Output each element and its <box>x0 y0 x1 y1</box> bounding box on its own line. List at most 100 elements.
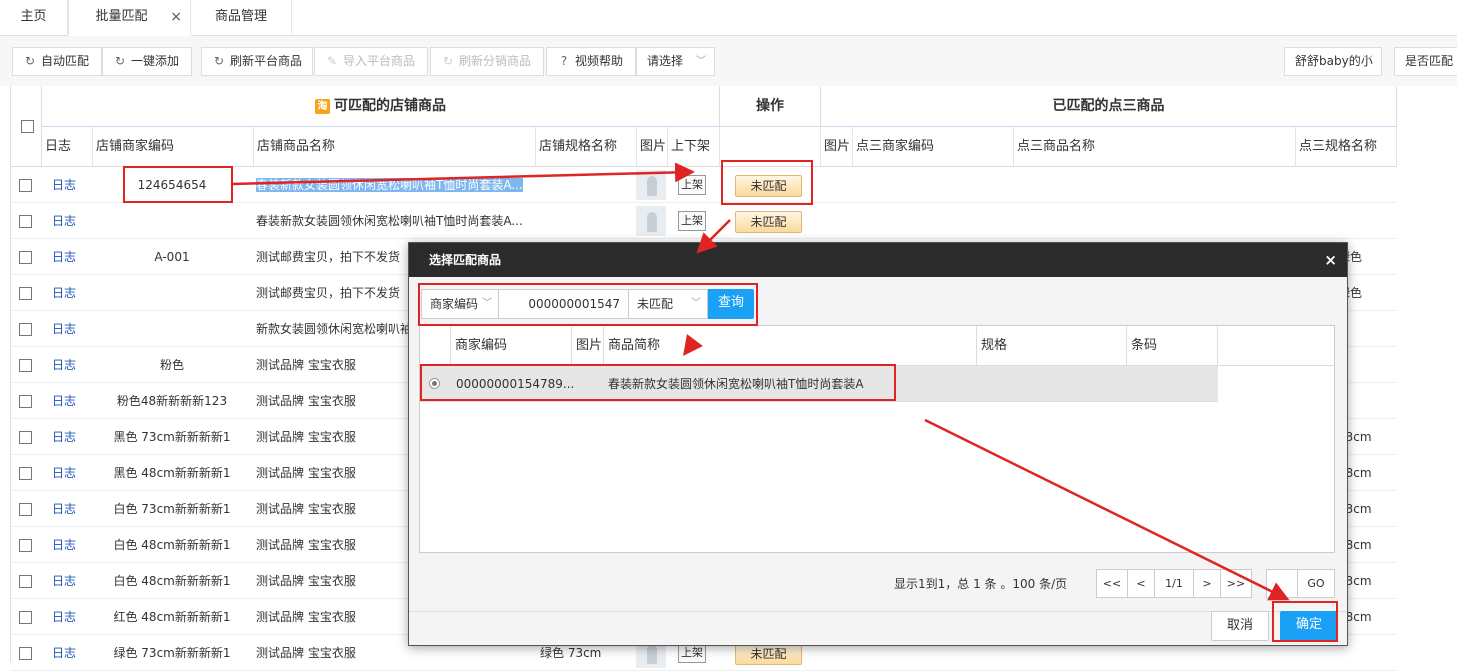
page-label: 1/1 <box>1165 577 1183 590</box>
shelf-button[interactable]: 上架 <box>678 211 706 231</box>
log-link[interactable]: 日志 <box>52 491 76 527</box>
prev-page-button[interactable]: < <box>1127 569 1155 598</box>
select-all-checkbox[interactable] <box>21 120 34 133</box>
name-text: 测试品牌 宝宝衣服 <box>256 538 356 552</box>
toolbar-button-1[interactable]: ↻ 一键添加 <box>102 47 192 76</box>
row-checkbox[interactable] <box>19 179 32 192</box>
button-label: 刷新平台商品 <box>230 54 303 68</box>
column-header: 上下架 <box>668 127 720 167</box>
name-text: 测试品牌 宝宝衣服 <box>256 646 356 660</box>
dialog-body: 商家编码 ﹀ 000000001547 未匹配 ﹀ 查询 商家编码 图片 商品简称 … <box>409 277 1347 611</box>
shop-select[interactable]: 舒舒baby的小 ﹀ <box>1284 47 1382 76</box>
next-page-button[interactable]: > <box>1193 569 1221 598</box>
toolbar-button-0[interactable]: ↻ 自动匹配 <box>12 47 102 76</box>
tab-product-manage[interactable]: 商品管理 <box>191 0 292 36</box>
button-label: 导入平台商品 <box>343 54 416 68</box>
column-label: 点三商品名称 <box>1017 139 1096 154</box>
page-input[interactable] <box>1266 569 1298 598</box>
unmatched-button[interactable]: 未匹配 <box>735 211 802 233</box>
annotation-box <box>721 160 813 205</box>
reload-icon: ↻ <box>213 54 225 68</box>
first-page-button[interactable]: << <box>1096 569 1128 598</box>
name-text: 春装新款女装圆领休闲宽松喇叭袖T恤时尚套装A... <box>256 214 523 228</box>
button-label: 视频帮助 <box>575 54 624 68</box>
import-icon: ✎ <box>326 54 338 68</box>
row-checkbox[interactable] <box>19 323 32 336</box>
filter-select[interactable]: 请选择 ﹀ <box>636 47 715 76</box>
shop-product-name: 春装新款女装圆领休闲宽松喇叭袖T恤时尚套装A... <box>256 167 531 203</box>
row-checkbox[interactable] <box>19 215 32 228</box>
row-checkbox[interactable] <box>19 575 32 588</box>
column-label: 店铺商品名称 <box>257 139 336 154</box>
button-label: 自动匹配 <box>41 54 90 68</box>
pager: << < 1/1 > >> GO <box>1096 569 1335 598</box>
log-link[interactable]: 日志 <box>52 419 76 455</box>
pager-info: 显示1到1，总 1 条 。100 条/页 <box>894 577 1068 591</box>
row-checkbox[interactable] <box>19 503 32 516</box>
group-title: 已匹配的点三商品 <box>1052 98 1165 114</box>
log-link[interactable]: 日志 <box>52 347 76 383</box>
close-icon[interactable]: × <box>1324 243 1337 277</box>
go-button[interactable]: GO <box>1297 569 1335 598</box>
match-select[interactable]: 是否匹配 <box>1394 47 1457 76</box>
column-header: 店铺规格名称 <box>536 127 637 167</box>
toolbar-button-5[interactable]: ? 视频帮助 <box>546 47 636 76</box>
last-page-button[interactable]: >> <box>1220 569 1252 598</box>
col-label: 图片 <box>576 338 603 353</box>
name-text: 测试品牌 宝宝衣服 <box>256 466 356 480</box>
log-link[interactable]: 日志 <box>52 239 76 275</box>
group-matched-products: 已匹配的点三商品 <box>821 86 1397 127</box>
cancel-button[interactable]: 取消 <box>1211 611 1269 641</box>
toolbar-button-2[interactable]: ↻ 刷新平台商品 <box>201 47 313 76</box>
product-thumbnail <box>636 170 666 200</box>
log-link[interactable]: 日志 <box>52 311 76 347</box>
col-header <box>1218 326 1334 366</box>
column-header: 图片 <box>821 127 853 167</box>
log-link[interactable]: 日志 <box>52 383 76 419</box>
close-tab-icon[interactable]: × <box>170 0 182 34</box>
group-shop-products: 淘可匹配的店铺商品 <box>42 86 720 127</box>
log-link[interactable]: 日志 <box>52 203 76 239</box>
row-checkbox[interactable] <box>19 431 32 444</box>
shelf-button[interactable]: 上架 <box>678 175 706 195</box>
row-checkbox[interactable] <box>19 647 32 660</box>
col-header: 商品简称 <box>604 326 977 366</box>
name-text: 测试邮费宝贝，拍下不发货 <box>256 286 401 300</box>
log-link[interactable]: 日志 <box>52 167 76 203</box>
shelf-button[interactable]: 上架 <box>678 643 706 663</box>
shop-code: 白色 73cm新新新新1 <box>113 502 231 516</box>
row-checkbox[interactable] <box>19 467 32 480</box>
row-checkbox[interactable] <box>19 395 32 408</box>
select-label: 舒舒baby的小 <box>1295 54 1373 68</box>
radio-col-header <box>420 326 451 366</box>
row-checkbox[interactable] <box>19 359 32 372</box>
dialog-header: 选择匹配商品 × <box>409 243 1347 277</box>
log-link[interactable]: 日志 <box>52 635 76 671</box>
log-link[interactable]: 日志 <box>52 527 76 563</box>
annotation-box <box>418 283 758 326</box>
reload-icon: ↻ <box>442 54 454 68</box>
result-table: 商家编码 图片 商品简称 规格 条码 00000000154789... 春装新… <box>419 325 1335 553</box>
row-checkbox[interactable] <box>19 251 32 264</box>
annotation-box <box>420 364 896 401</box>
shop-code: 绿色 73cm新新新新1 <box>113 646 231 660</box>
dialog-title: 选择匹配商品 <box>429 253 502 267</box>
tab-batch-match[interactable]: 批量匹配 × <box>68 0 191 36</box>
row-checkbox[interactable] <box>19 287 32 300</box>
button-label: GO <box>1307 577 1325 590</box>
log-link[interactable]: 日志 <box>52 455 76 491</box>
shop-code: 白色 48cm新新新新1 <box>113 574 231 588</box>
shop-code: 黑色 48cm新新新新1 <box>113 466 231 480</box>
log-link[interactable]: 日志 <box>52 563 76 599</box>
toolbar-button-3[interactable]: ✎ 导入平台商品 <box>314 47 428 76</box>
log-link[interactable]: 日志 <box>52 275 76 311</box>
col-header: 条码 <box>1127 326 1218 366</box>
shop-code: 白色 48cm新新新新1 <box>113 538 231 552</box>
row-checkbox[interactable] <box>19 611 32 624</box>
log-link[interactable]: 日志 <box>52 599 76 635</box>
name-text: 测试品牌 宝宝衣服 <box>256 574 356 588</box>
toolbar-button-4[interactable]: ↻ 刷新分销商品 <box>430 47 544 76</box>
tab-home[interactable]: 主页 <box>0 0 68 36</box>
shop-product-name: 春装新款女装圆领休闲宽松喇叭袖T恤时尚套装A... <box>256 203 531 239</box>
row-checkbox[interactable] <box>19 539 32 552</box>
